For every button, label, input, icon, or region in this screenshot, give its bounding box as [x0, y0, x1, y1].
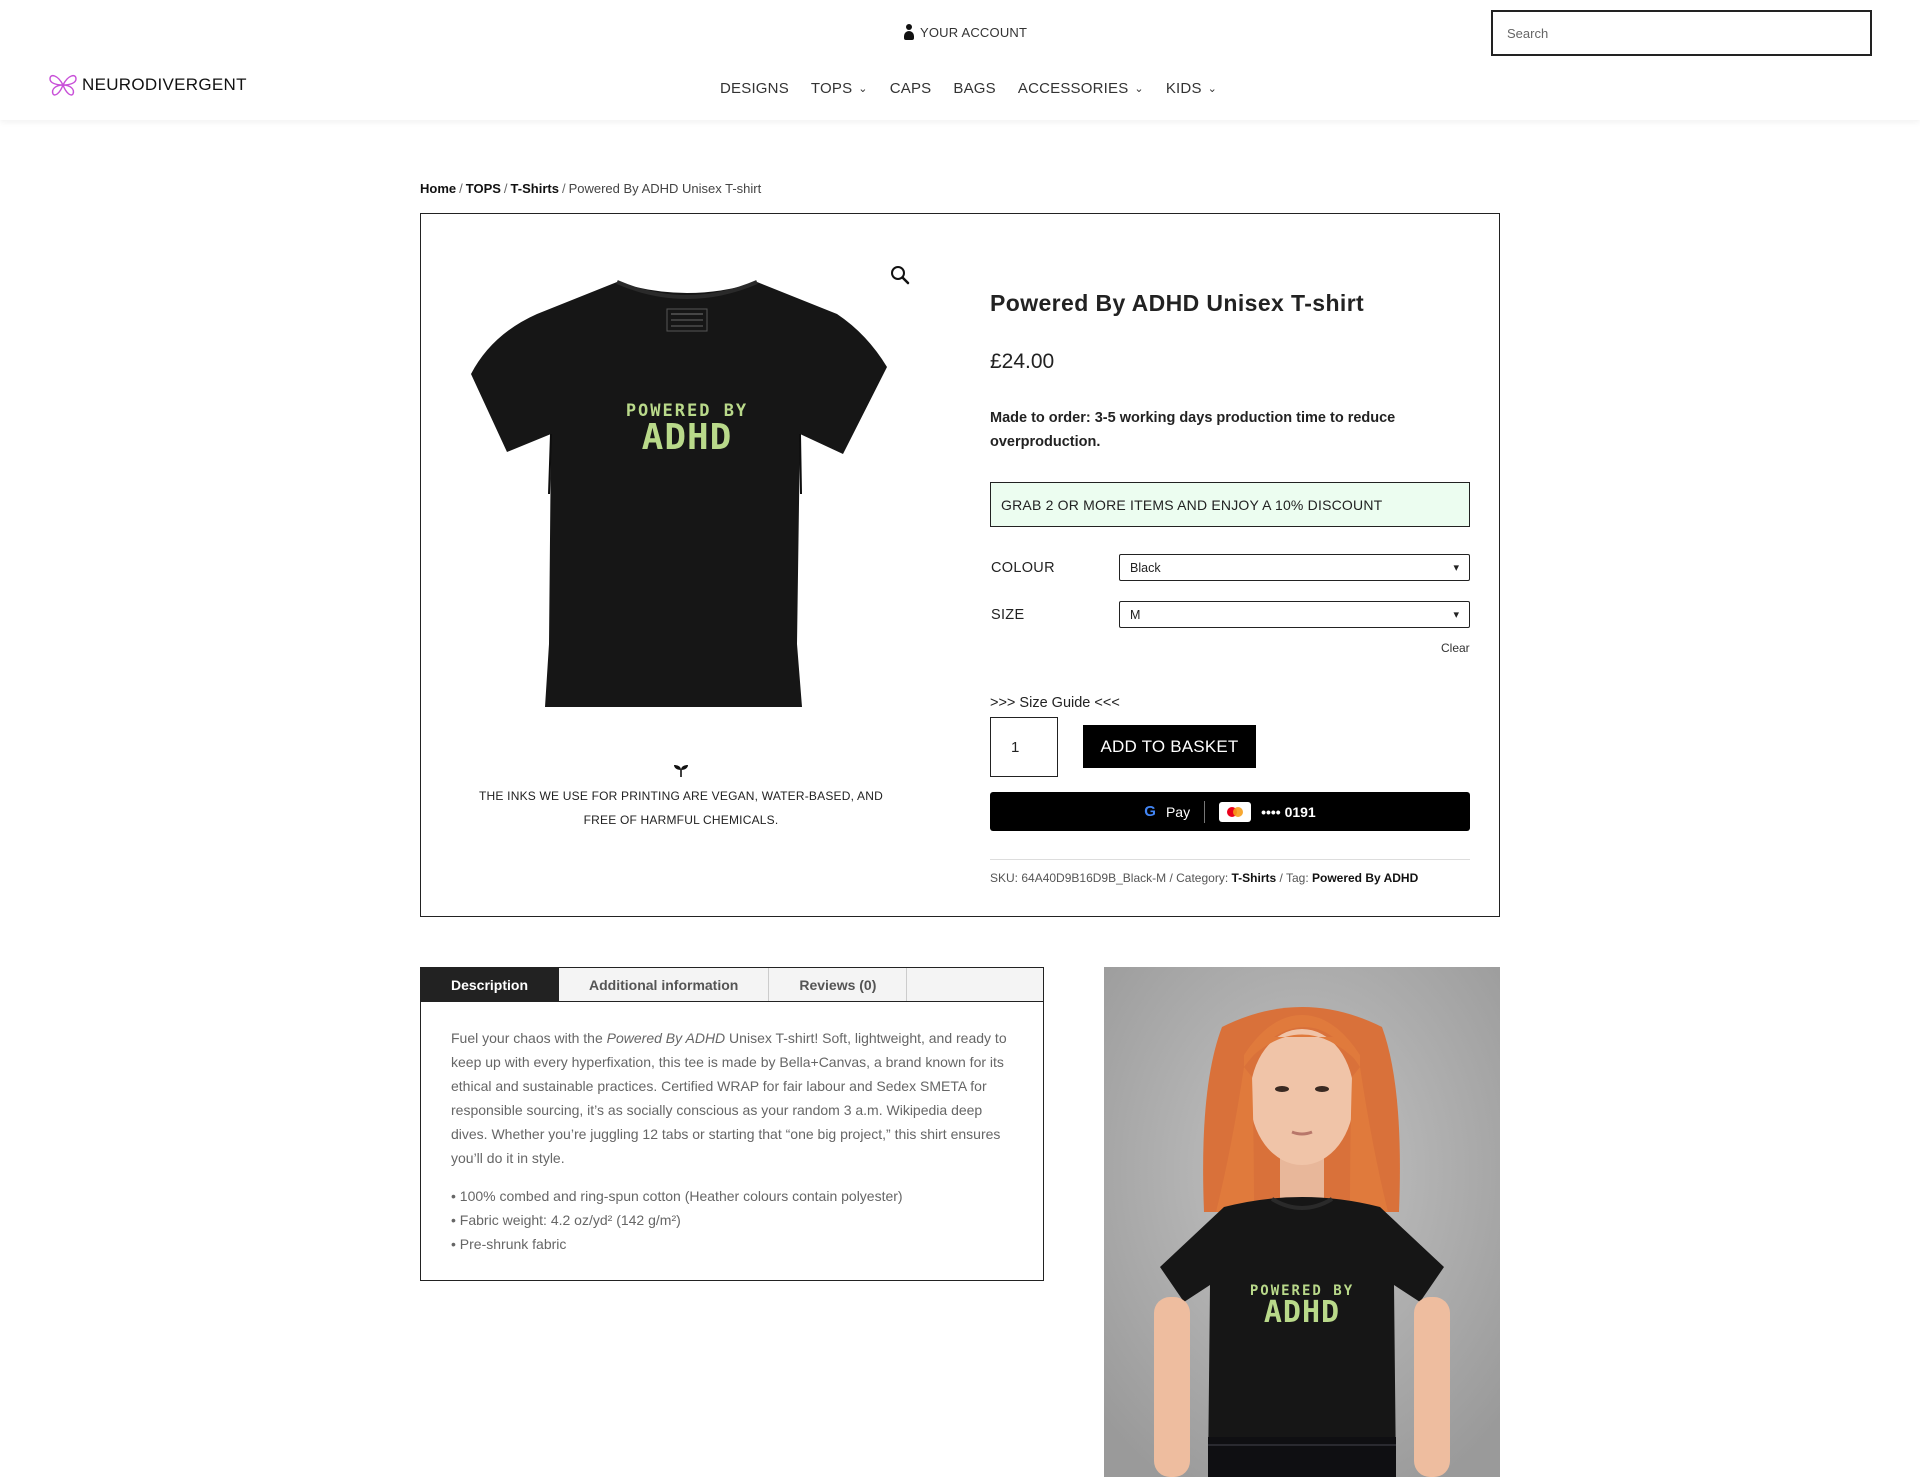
site-logo[interactable]: NEURODIVERGENT — [48, 73, 247, 97]
tab-reviews[interactable]: Reviews (0) — [769, 968, 908, 1001]
nav-item-accessories[interactable]: ACCESSORIES ⌄ — [1018, 80, 1144, 97]
colour-label: COLOUR — [991, 560, 1055, 576]
tag-label: Tag: — [1285, 871, 1309, 885]
search-input[interactable] — [1491, 10, 1872, 56]
tab-additional-information[interactable]: Additional information — [559, 968, 770, 1001]
mastercard-icon — [1219, 801, 1252, 822]
category-link[interactable]: T-Shirts — [1232, 871, 1277, 885]
model-shirt-print: POWERED BY ADHD — [1104, 1283, 1500, 1330]
production-note: Made to order: 3-5 working days producti… — [990, 410, 1396, 450]
size-guide-link[interactable]: >>> Size Guide <<< — [990, 695, 1120, 711]
butterfly-logo-icon — [49, 74, 77, 96]
product-title: Powered By ADHD Unisex T-shirt — [990, 290, 1365, 316]
size-value: M — [1130, 607, 1141, 622]
size-select[interactable]: M ▾ — [1119, 601, 1470, 628]
nav-item-bags[interactable]: BAGS — [953, 80, 995, 97]
quantity-input[interactable] — [990, 717, 1058, 777]
chevron-down-icon: ▾ — [1453, 609, 1459, 621]
card-digits: •••• 0191 — [1261, 803, 1316, 820]
site-header: YOUR ACCOUNT NEURODIVERGENT DESIGNS TOPS… — [0, 0, 1920, 120]
chevron-down-icon: ⌄ — [1134, 83, 1144, 95]
discount-banner: GRAB 2 OR MORE ITEMS AND ENJOY A 10% DIS… — [990, 482, 1470, 527]
breadcrumb-separator: / — [459, 181, 463, 196]
breadcrumb: Home / TOPS / T-Shirts / Powered By ADHD Unise… — [420, 181, 761, 196]
tshirt-image — [471, 280, 887, 707]
user-icon — [904, 24, 914, 40]
desc-rest: Unisex T-shirt! Soft, lightweight, and r… — [451, 1030, 1007, 1166]
tshirt-print: POWERED BY ADHD — [447, 401, 927, 458]
description-text: Fuel your chaos with the Powered By ADHD… — [451, 1026, 1013, 1170]
breadcrumb-separator: / — [561, 181, 566, 196]
product-meta: SKU: 64A40D9B16D9B_Black-M / Category: T… — [990, 871, 1418, 885]
print-line-2: ADHD — [1263, 1295, 1341, 1330]
chevron-down-icon: ▾ — [1453, 562, 1459, 574]
tag-link[interactable]: Powered By ADHD — [1312, 871, 1418, 885]
product-summary: POWERED BY ADHD THE INKS WE USE FOR PRIN… — [420, 213, 1500, 917]
nav-label: DESIGNS — [720, 80, 789, 97]
desc-emphasis: Powered By ADHD — [606, 1030, 726, 1046]
nav-item-caps[interactable]: CAPS — [890, 80, 932, 97]
tab-bar: Description Additional information Revie… — [421, 968, 1043, 1002]
feature-list: • 100% combed and ring-spun cotton (Heat… — [451, 1184, 1013, 1256]
breadcrumb-separator: / — [503, 181, 508, 196]
product-tabs: Description Additional information Revie… — [420, 967, 1044, 1281]
sku-value: 64A40D9B16D9B_Black-M — [1021, 871, 1167, 885]
breadcrumb-current: Powered By ADHD Unisex T-shirt — [568, 181, 762, 196]
model-image — [1104, 967, 1500, 1477]
account-label: YOUR ACCOUNT — [920, 24, 1028, 40]
lifestyle-photo: POWERED BY ADHD — [1104, 967, 1500, 1477]
product-price: £24.00 — [990, 350, 1055, 373]
tab-description[interactable]: Description — [421, 968, 560, 1001]
list-item: • Pre-shrunk fabric — [451, 1236, 567, 1252]
breadcrumb-home[interactable]: Home — [420, 181, 456, 196]
account-link[interactable]: YOUR ACCOUNT — [904, 24, 1027, 40]
list-item: • Fabric weight: 4.2 oz/yd² (142 g/m²) — [451, 1212, 681, 1228]
colour-value: Black — [1130, 560, 1161, 575]
print-line-2: ADHD — [641, 417, 733, 458]
product-image[interactable]: POWERED BY ADHD — [447, 264, 927, 724]
gpay-label: Pay — [1165, 803, 1191, 820]
logo-text: NEURODIVERGENT — [82, 75, 247, 94]
colour-select[interactable]: Black ▾ — [1119, 554, 1470, 581]
eco-text: THE INKS WE USE FOR PRINTING ARE VEGAN, … — [479, 789, 883, 827]
meta-divider — [990, 859, 1470, 860]
nav-item-designs[interactable]: DESIGNS — [720, 80, 789, 97]
main-nav: DESIGNS TOPS ⌄ CAPS BAGS ACCESSORIES ⌄ KID… — [720, 80, 1217, 97]
sprout-icon — [674, 765, 688, 777]
breadcrumb-tshirts[interactable]: T-Shirts — [511, 181, 559, 196]
category-label: Category: — [1176, 871, 1229, 885]
nav-label: TOPS — [810, 80, 853, 97]
list-item: • 100% combed and ring-spun cotton (Heat… — [451, 1188, 903, 1204]
google-pay-button[interactable]: G Pay •••• 0191 — [990, 792, 1470, 831]
nav-label: KIDS — [1165, 80, 1202, 97]
add-to-basket-button[interactable]: ADD TO BASKET — [1083, 725, 1256, 768]
sku-label: SKU: — [990, 871, 1019, 885]
eco-notice: THE INKS WE USE FOR PRINTING ARE VEGAN, … — [461, 762, 901, 832]
breadcrumb-tops[interactable]: TOPS — [466, 181, 501, 196]
gpay-divider — [1204, 800, 1206, 823]
chevron-down-icon: ⌄ — [858, 83, 868, 95]
google-g-icon: G — [1144, 803, 1156, 820]
nav-item-kids[interactable]: KIDS ⌄ — [1166, 80, 1217, 97]
nav-label: BAGS — [953, 80, 996, 97]
nav-label: CAPS — [889, 80, 932, 97]
description-panel: Fuel your chaos with the Powered By ADHD… — [421, 1002, 1043, 1280]
clear-variations-link[interactable]: Clear — [1441, 641, 1470, 655]
nav-label: ACCESSORIES — [1017, 80, 1129, 97]
chevron-down-icon: ⌄ — [1207, 83, 1218, 95]
nav-item-tops[interactable]: TOPS ⌄ — [811, 80, 868, 97]
desc-intro: Fuel your chaos with the — [451, 1030, 607, 1046]
size-label: SIZE — [991, 607, 1025, 623]
